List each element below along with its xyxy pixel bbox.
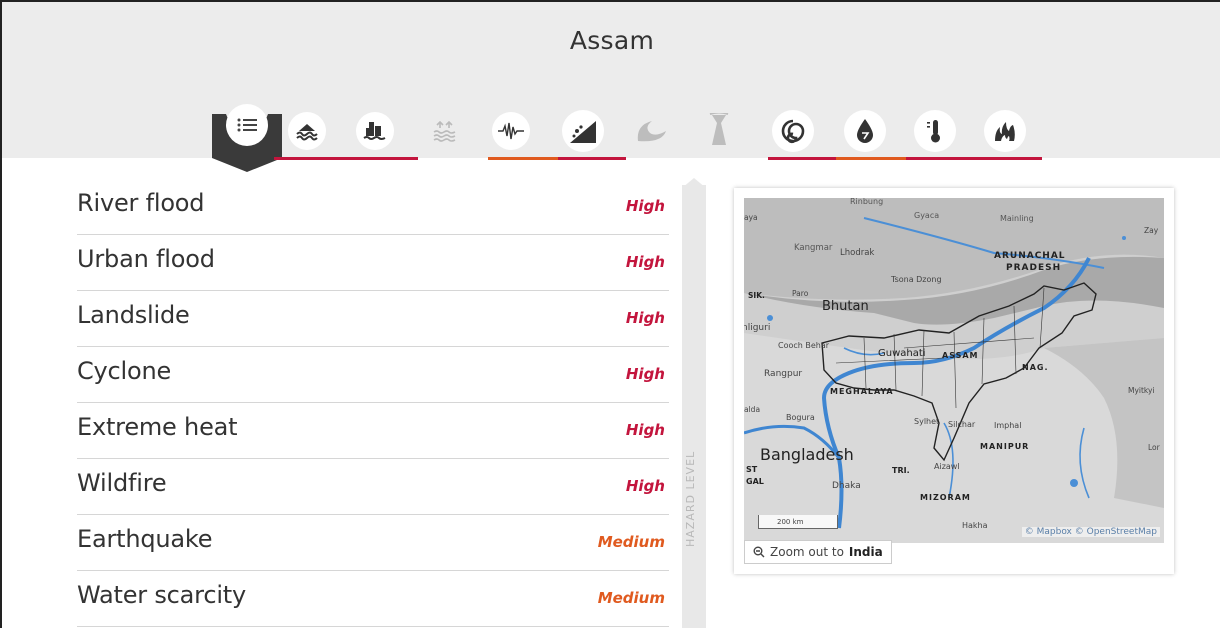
underline-earthquake — [488, 157, 558, 160]
map-label: Paro — [792, 289, 809, 298]
hazard-level-badge: High — [625, 253, 665, 271]
hazard-name: Extreme heat — [77, 413, 238, 441]
hazard-name: Water scarcity — [77, 581, 246, 609]
earthquake-icon[interactable] — [492, 112, 530, 150]
hazard-row[interactable]: River flood High — [77, 179, 669, 235]
map-label: Lor — [1148, 443, 1161, 452]
underline-heat-wildfire — [906, 157, 1042, 160]
hazard-level-badge: High — [625, 309, 665, 327]
map-label: Gyaca — [914, 211, 939, 220]
volcano-icon — [700, 108, 738, 152]
app-frame: Assam River flood High Urban flood High … — [0, 0, 1220, 628]
tsunami-icon — [632, 112, 670, 150]
hazard-name: Wildfire — [77, 469, 167, 497]
hazard-name: River flood — [77, 189, 205, 217]
map-label: Myitkyi — [1128, 386, 1155, 395]
zoom-out-label: Zoom out to — [770, 545, 844, 559]
zoom-out-target: India — [848, 545, 883, 559]
underline-landslide — [558, 157, 626, 160]
map-label: Guwahati — [878, 348, 926, 359]
map-label: Bogura — [786, 413, 815, 422]
hazard-row[interactable]: Cyclone High — [77, 347, 669, 403]
map-attribution[interactable]: © Mapbox © OpenStreetMap — [1021, 527, 1160, 537]
map-label: NAG. — [1022, 363, 1049, 372]
hazard-row[interactable]: Wildfire High — [77, 459, 669, 515]
map-canvas: Kangmar Lhodrak Tsona Dzong Gyaca Mainli… — [744, 198, 1164, 543]
map-label: MEGHALAYA — [830, 387, 894, 396]
river-flood-icon[interactable] — [288, 112, 326, 150]
map-card: Kangmar Lhodrak Tsona Dzong Gyaca Mainli… — [734, 188, 1174, 574]
hazard-name: Earthquake — [77, 525, 213, 553]
map-label: Aizawl — [934, 462, 960, 471]
map-label: Kangmar — [794, 243, 833, 253]
map-label: ASSAM — [942, 351, 979, 360]
underline-cyclone — [768, 157, 836, 160]
coastal-flood-icon — [426, 112, 464, 150]
map-label: TRI. — [892, 466, 910, 475]
header: Assam — [2, 2, 1220, 172]
map-label: aya — [744, 213, 758, 222]
map-label: ARUNACHAL — [994, 251, 1066, 261]
page-title: Assam — [569, 26, 655, 55]
hazard-name: Cyclone — [77, 357, 172, 385]
map-label: SIK. — [748, 291, 765, 300]
cyclone-icon[interactable] — [772, 110, 814, 152]
zoom-out-icon — [753, 546, 765, 558]
zoom-out-button[interactable]: Zoom out to India — [744, 540, 892, 564]
overview-list-icon[interactable] — [226, 104, 268, 146]
hazard-level-badge: High — [625, 421, 665, 439]
map-label: Hakha — [962, 521, 988, 530]
map-scale-bar: 200 km — [758, 515, 838, 529]
map-label: Sylhet — [914, 417, 939, 426]
hazard-row[interactable]: Extreme heat High — [77, 403, 669, 459]
map-label: ST — [746, 465, 758, 474]
hazard-level-badge: High — [625, 197, 665, 215]
hazard-row[interactable]: Landslide High — [77, 291, 669, 347]
hazard-row[interactable]: Earthquake Medium — [77, 515, 669, 571]
hazard-level-badge: High — [625, 365, 665, 383]
map-label: Lhodrak — [840, 248, 874, 258]
map-label: MANIPUR — [980, 442, 1029, 451]
hazard-name: Urban flood — [77, 245, 215, 273]
hazard-name: Landslide — [77, 301, 190, 329]
underline-flood — [274, 157, 418, 160]
wildfire-icon[interactable] — [984, 110, 1026, 152]
map-label: Silchar — [948, 420, 976, 429]
map-label: Tsona Dzong — [890, 275, 942, 284]
hazard-row[interactable]: Urban flood High — [77, 235, 669, 291]
map-view[interactable]: Kangmar Lhodrak Tsona Dzong Gyaca Mainli… — [744, 198, 1164, 543]
urban-flood-icon[interactable] — [356, 112, 394, 150]
map-label: alda — [744, 405, 760, 414]
map-label: Mainling — [1000, 214, 1034, 223]
map-label: Bhutan — [822, 299, 869, 314]
map-label: nliguri — [744, 323, 770, 333]
map-label: PRADESH — [1006, 263, 1061, 273]
map-label: Bangladesh — [760, 445, 854, 464]
water-scarcity-icon[interactable] — [844, 110, 886, 152]
map-label: Rinbung — [850, 198, 883, 206]
map-label: Rangpur — [764, 369, 802, 379]
map-label: Dhaka — [832, 481, 861, 491]
hazard-level-badge: Medium — [597, 533, 665, 551]
landslide-icon[interactable] — [562, 110, 604, 152]
hazard-level-badge: Medium — [597, 589, 665, 607]
map-label: MIZORAM — [920, 493, 971, 502]
hazard-row[interactable]: Water scarcity Medium — [77, 571, 669, 627]
map-label: Zay — [1144, 226, 1159, 235]
hazard-level-scale — [682, 185, 706, 628]
underline-water-scarcity — [836, 157, 906, 160]
map-label: Imphal — [994, 421, 1021, 430]
hazard-level-label: HAZARD LEVEL — [684, 450, 697, 547]
map-label: GAL — [746, 477, 764, 486]
hazard-level-badge: High — [625, 477, 665, 495]
map-label: Cooch Behar — [778, 341, 830, 350]
extreme-heat-icon[interactable] — [914, 110, 956, 152]
